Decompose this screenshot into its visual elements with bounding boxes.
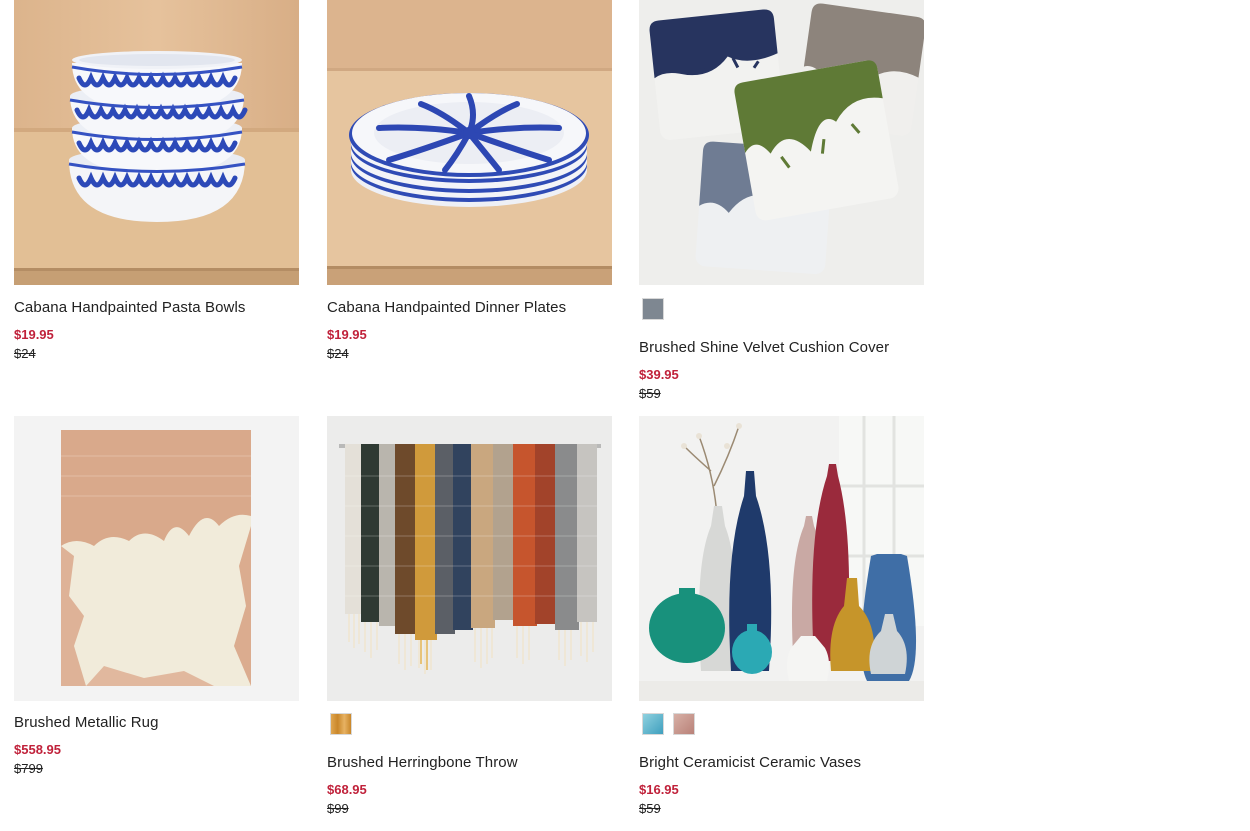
color-swatch[interactable] <box>673 713 695 735</box>
product-image[interactable] <box>639 416 924 701</box>
color-swatch[interactable] <box>642 298 664 320</box>
original-price: $24 <box>327 346 349 361</box>
product-name[interactable]: Brushed Shine Velvet Cushion Cover <box>639 339 889 357</box>
color-swatch[interactable] <box>642 713 664 735</box>
product-name[interactable]: Cabana Handpainted Pasta Bowls <box>14 299 246 317</box>
product-image[interactable] <box>639 0 924 285</box>
product-image[interactable] <box>327 0 612 285</box>
color-swatch[interactable] <box>330 713 352 735</box>
original-price: $99 <box>327 801 349 816</box>
product-name[interactable]: Brushed Metallic Rug <box>14 714 159 732</box>
sale-price: $558.95 <box>14 742 61 757</box>
product-image[interactable] <box>14 0 299 285</box>
product-image[interactable] <box>14 416 299 701</box>
original-price: $59 <box>639 801 661 816</box>
sale-price: $16.95 <box>639 782 679 797</box>
original-price: $799 <box>14 761 43 776</box>
sale-price: $68.95 <box>327 782 367 797</box>
color-swatches <box>330 713 352 735</box>
color-swatches <box>642 298 664 320</box>
original-price: $59 <box>639 386 661 401</box>
product-name[interactable]: Cabana Handpainted Dinner Plates <box>327 299 566 317</box>
product-image[interactable] <box>327 416 612 701</box>
product-name[interactable]: Brushed Herringbone Throw <box>327 754 518 772</box>
sale-price: $19.95 <box>14 327 54 342</box>
sale-price: $39.95 <box>639 367 679 382</box>
sale-price: $19.95 <box>327 327 367 342</box>
color-swatches <box>642 713 695 735</box>
product-name[interactable]: Bright Ceramicist Ceramic Vases <box>639 754 861 772</box>
original-price: $24 <box>14 346 36 361</box>
